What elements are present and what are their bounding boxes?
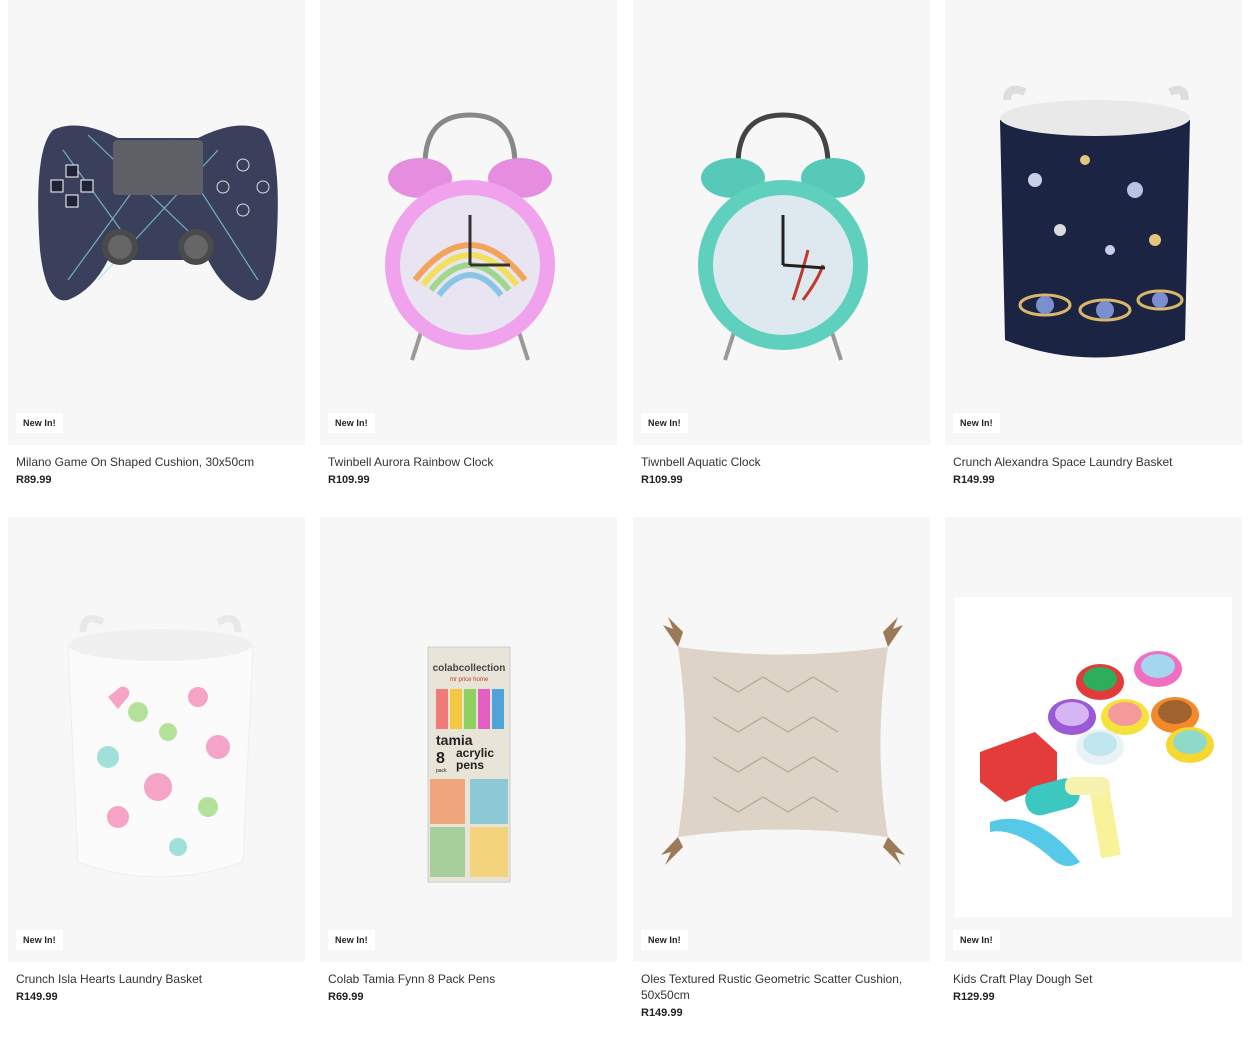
product-card[interactable]: New In! Crunch Isla Hearts Laundry Baske…: [8, 517, 305, 1003]
game-controller-icon: [38, 125, 278, 301]
alarm-clock-icon: [385, 112, 555, 361]
play-dough-icon: [955, 597, 1232, 917]
product-image[interactable]: New In!: [320, 0, 617, 445]
new-in-badge: New In!: [953, 413, 1000, 433]
product-image[interactable]: New In!: [8, 0, 305, 445]
product-price: R129.99: [953, 991, 995, 1003]
new-in-badge: New In!: [16, 930, 63, 950]
product-image[interactable]: New In!: [945, 0, 1242, 445]
new-in-badge: New In!: [641, 930, 688, 950]
product-price: R149.99: [16, 991, 58, 1003]
product-price: R109.99: [328, 474, 370, 486]
laundry-basket-icon: [67, 615, 254, 878]
product-card[interactable]: New In! Milano Game On Shaped Cushion, 3…: [8, 0, 305, 486]
package-brand: colabcollection: [433, 663, 506, 674]
product-name[interactable]: Crunch Alexandra Space Laundry Basket: [953, 454, 1233, 470]
product-image[interactable]: New In!: [8, 517, 305, 962]
product-image[interactable]: colabcollection mr price home tamia 8 pa…: [320, 517, 617, 962]
product-price: R149.99: [641, 1007, 683, 1019]
product-card[interactable]: New In! Tiwnbell Aquatic Clock R109.99: [633, 0, 930, 486]
product-price: R149.99: [953, 474, 995, 486]
product-card[interactable]: New In! Crunch Alexandra Space Laundry B…: [945, 0, 1242, 486]
alarm-clock-icon: [698, 112, 868, 361]
new-in-badge: New In!: [328, 413, 375, 433]
product-card[interactable]: New In! Twinbell Aurora Rainbow Clock R1…: [320, 0, 617, 486]
product-image[interactable]: New In!: [945, 517, 1242, 962]
product-price: R109.99: [641, 474, 683, 486]
product-card[interactable]: colabcollection mr price home tamia 8 pa…: [320, 517, 617, 1003]
product-card[interactable]: New In! Oles Textured Rustic Geometric S…: [633, 517, 930, 1019]
product-grid: New In! Milano Game On Shaped Cushion, 3…: [0, 0, 1250, 1050]
product-price: R69.99: [328, 991, 364, 1003]
cushion-icon: [661, 617, 905, 865]
product-card[interactable]: New In! Kids Craft Play Dough Set R129.9…: [945, 517, 1242, 1003]
package-pack: pack: [436, 768, 447, 774]
package-sub: mr price home: [450, 677, 489, 683]
new-in-badge: New In!: [953, 930, 1000, 950]
package-count: 8: [436, 750, 445, 767]
product-name[interactable]: Oles Textured Rustic Geometric Scatter C…: [641, 971, 921, 1003]
pens-pack-icon: colabcollection mr price home tamia 8 pa…: [427, 646, 511, 883]
new-in-badge: New In!: [328, 930, 375, 950]
product-price: R89.99: [16, 474, 52, 486]
new-in-badge: New In!: [16, 413, 63, 433]
product-image[interactable]: New In!: [633, 0, 930, 445]
new-in-badge: New In!: [641, 413, 688, 433]
product-name[interactable]: Twinbell Aurora Rainbow Clock: [328, 454, 608, 470]
product-image[interactable]: New In!: [633, 517, 930, 962]
product-name[interactable]: Tiwnbell Aquatic Clock: [641, 454, 921, 470]
product-name[interactable]: Colab Tamia Fynn 8 Pack Pens: [328, 971, 608, 987]
laundry-basket-icon: [1000, 85, 1190, 358]
product-name[interactable]: Milano Game On Shaped Cushion, 30x50cm: [16, 454, 296, 470]
package-line2: pens: [456, 758, 484, 772]
product-name[interactable]: Crunch Isla Hearts Laundry Basket: [16, 971, 296, 987]
product-name[interactable]: Kids Craft Play Dough Set: [953, 971, 1233, 987]
